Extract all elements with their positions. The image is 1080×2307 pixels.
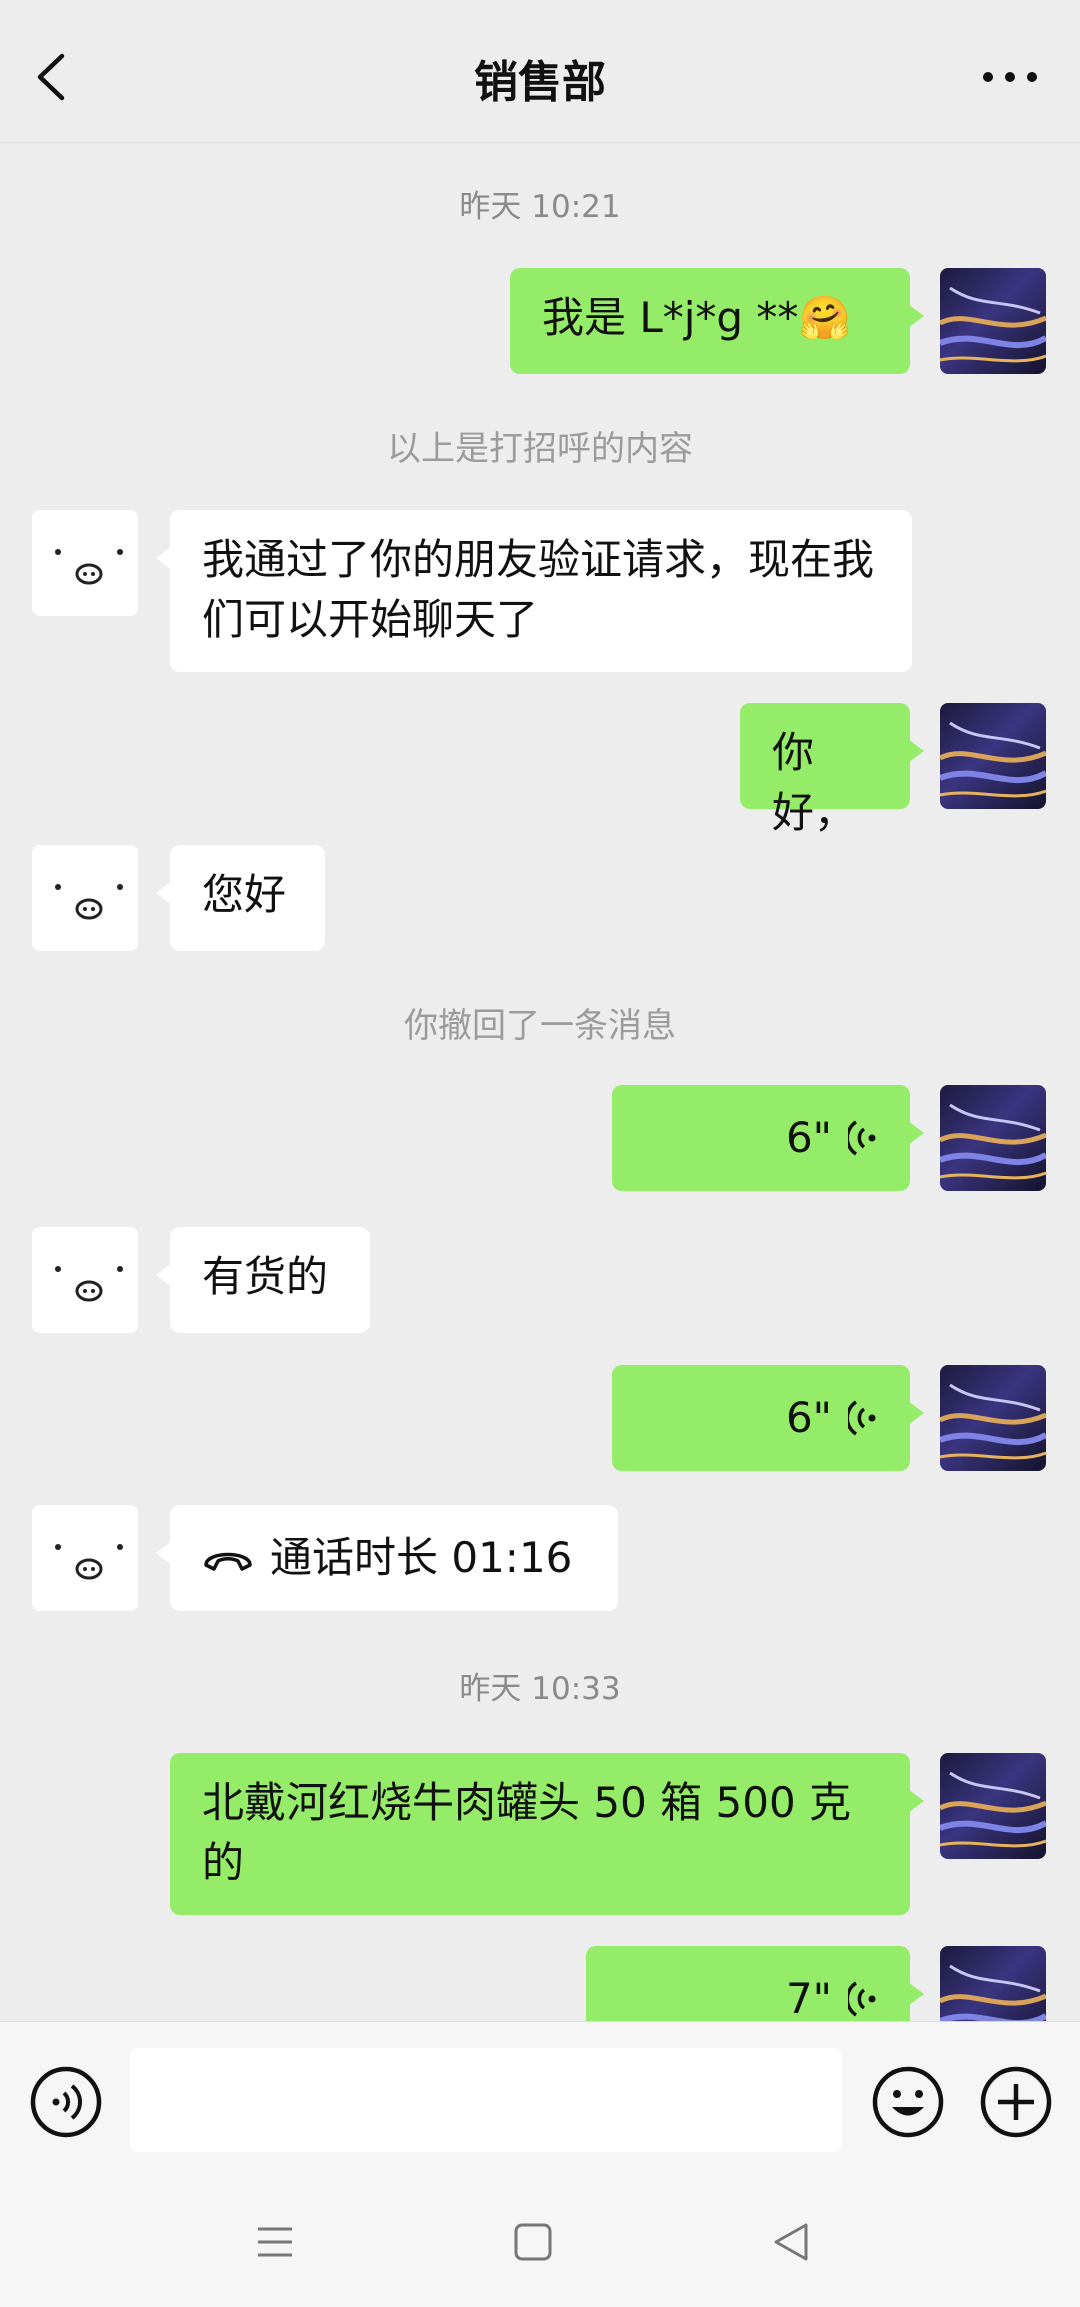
menu-icon[interactable] (252, 2219, 298, 2265)
timestamp: 昨天 10:33 (459, 1671, 621, 1707)
timestamp: 昨天 10:21 (459, 189, 621, 225)
voice-wave-icon (848, 1981, 876, 2017)
my-avatar[interactable] (940, 1946, 1046, 2021)
voice-duration: 7" (785, 1974, 832, 2021)
voice-message-sent[interactable]: 7" (586, 1946, 924, 2021)
message-bubble-received[interactable]: 您好 (156, 845, 325, 951)
system-nav-bar (0, 2181, 1080, 2307)
voice-wave-icon (848, 1400, 876, 1436)
message-input[interactable] (130, 2048, 842, 2152)
message-bubble-sent[interactable]: 你好， (740, 703, 924, 837)
my-avatar[interactable] (940, 268, 1046, 374)
voice-message-sent[interactable]: 6" (612, 1365, 924, 1471)
message-bubble-received[interactable]: 有货的 (156, 1227, 370, 1333)
voice-duration: 6" (785, 1393, 832, 1442)
call-duration-text: 通话时长 01:16 (270, 1533, 573, 1582)
my-avatar[interactable] (940, 1753, 1046, 1859)
my-avatar[interactable] (940, 1365, 1046, 1471)
input-bar (0, 2021, 1080, 2182)
contact-avatar[interactable] (32, 1505, 138, 1611)
system-notice: 以上是打招呼的内容 (387, 429, 693, 469)
home-icon[interactable] (510, 2219, 556, 2265)
contact-avatar[interactable] (32, 510, 138, 616)
hug-emoji-icon: 🤗 (798, 293, 851, 342)
message-bubble-sent[interactable]: 北戴河红烧牛肉罐头 50 箱 500 克的 (170, 1753, 924, 1915)
system-notice: 你撤回了一条消息 (404, 1006, 676, 1046)
voice-duration: 6" (785, 1113, 832, 1162)
call-record-bubble[interactable]: 通话时长 01:16 (156, 1505, 618, 1611)
nav-back-icon[interactable] (768, 2219, 814, 2265)
phone-icon (204, 1552, 252, 1571)
voice-message-sent[interactable]: 6" (612, 1085, 924, 1191)
contact-avatar[interactable] (32, 845, 138, 951)
chat-area[interactable]: 昨天 10:21 我是 L*j*g **🤗 以上是打招呼的内容 我通过了你的朋友… (0, 143, 1080, 2021)
voice-wave-icon (848, 1120, 876, 1156)
more-icon[interactable] (980, 62, 1040, 92)
emoji-icon[interactable] (870, 2064, 946, 2140)
my-avatar[interactable] (940, 1085, 1046, 1191)
chat-header: 销售部 (0, 0, 1080, 143)
message-bubble-sent[interactable]: 我是 L*j*g **🤗 (510, 268, 924, 374)
plus-icon[interactable] (978, 2064, 1054, 2140)
contact-avatar[interactable] (32, 1227, 138, 1333)
my-avatar[interactable] (940, 703, 1046, 809)
message-bubble-received[interactable]: 我通过了你的朋友验证请求，现在我们可以开始聊天了 (156, 510, 912, 672)
voice-input-icon[interactable] (28, 2064, 104, 2140)
message-text: 我是 L*j*g ** (542, 293, 799, 342)
page-title: 销售部 (474, 57, 606, 108)
